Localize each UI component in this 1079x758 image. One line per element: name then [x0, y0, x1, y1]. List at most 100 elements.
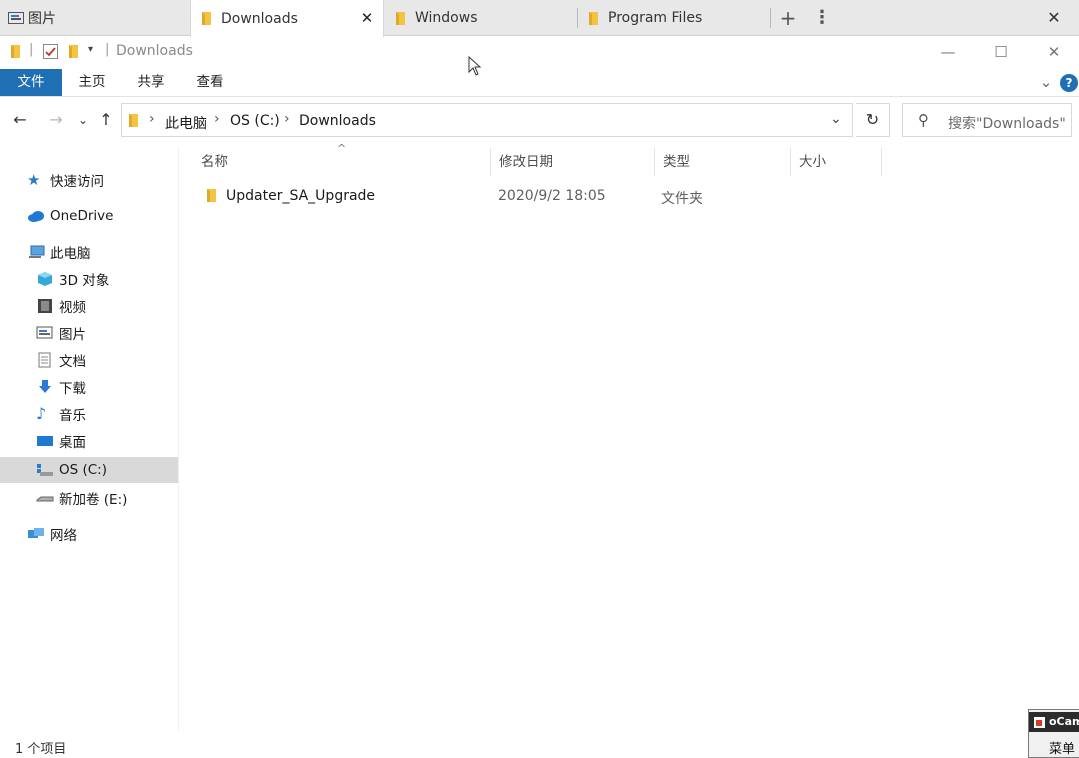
nav-label: 文档 — [59, 354, 86, 370]
pane-divider[interactable] — [178, 147, 179, 730]
nav-desktop[interactable]: 桌面 — [36, 428, 86, 454]
nav-label: OS (C:) — [59, 462, 107, 478]
expand-ribbon-icon[interactable]: ⌄ — [1037, 69, 1055, 96]
picture-icon — [36, 325, 54, 341]
video-icon — [36, 298, 54, 314]
breadcrumb-downloads[interactable]: Downloads — [299, 113, 376, 129]
desktop-icon — [36, 433, 54, 449]
minimize-button[interactable]: — — [925, 38, 971, 66]
quick-access-divider: | — [105, 42, 110, 57]
ribbon-tab-file[interactable]: 文件 — [0, 69, 62, 96]
back-arrow-icon[interactable]: ← — [10, 110, 30, 130]
nav-3d-objects[interactable]: 3D 对象 — [36, 266, 109, 292]
ribbon-tab-view[interactable]: 查看 — [188, 69, 232, 96]
status-bar: 1 个项目 — [0, 734, 1079, 758]
nav-this-pc[interactable]: 此电脑 — [27, 239, 91, 265]
nav-os-c[interactable]: OS (C:) — [0, 457, 178, 483]
nav-onedrive[interactable]: OneDrive — [27, 203, 113, 229]
ribbon-tab-home[interactable]: 主页 — [70, 69, 114, 96]
more-options-icon[interactable]: ⋮ — [813, 9, 831, 27]
nav-pictures[interactable]: 图片 — [36, 320, 86, 346]
nav-music[interactable]: ♪ 音乐 — [36, 401, 86, 427]
tab-label: Program Files — [608, 10, 703, 26]
breadcrumb-os-c[interactable]: OS (C:) — [230, 113, 280, 129]
ocam-logo-icon — [1034, 717, 1045, 728]
star-icon: ★ — [27, 171, 41, 189]
refresh-icon[interactable]: ↻ — [856, 103, 890, 137]
breadcrumb-separator: › — [284, 111, 290, 127]
folder-icon — [204, 188, 218, 207]
tab-label: Windows — [415, 10, 478, 26]
help-icon[interactable]: ? — [1060, 74, 1078, 92]
column-header-type[interactable]: 类型 — [655, 148, 791, 176]
item-count: 1 个项目 — [15, 742, 67, 757]
nav-downloads[interactable]: 下载 — [36, 374, 86, 400]
close-tab-icon[interactable]: ✕ — [358, 9, 376, 27]
tab-program-files[interactable]: Program Files — [578, 0, 770, 36]
ribbon-tabs: 文件 主页 共享 查看 ⌄ ? — [0, 69, 1079, 97]
column-header-date[interactable]: 修改日期 — [491, 148, 655, 176]
nav-label: 新加卷 (E:) — [59, 492, 128, 508]
tab-label: 图片 — [28, 11, 56, 27]
nav-quick-access[interactable]: ★ 快速访问 — [27, 167, 104, 193]
computer-icon — [27, 244, 45, 260]
nav-label: 此电脑 — [50, 246, 91, 262]
nav-network[interactable]: 网络 — [27, 521, 77, 547]
music-icon: ♪ — [36, 404, 47, 423]
cloud-icon — [27, 208, 45, 224]
address-bar[interactable]: › 此电脑 › OS (C:) › Downloads ⌄ — [121, 103, 853, 137]
tab-divider — [770, 8, 771, 28]
search-input[interactable]: ⚲ 搜索"Downloads" — [902, 103, 1072, 137]
file-name: Updater_SA_Upgrade — [226, 188, 376, 204]
nav-videos[interactable]: 视频 — [36, 293, 86, 319]
breadcrumb-this-pc[interactable]: 此电脑 — [165, 113, 207, 133]
address-row: ← → ⌄ ↑ › 此电脑 › OS (C:) › Downloads ⌄ ↻ … — [0, 100, 1079, 142]
close-button[interactable]: ✕ — [1031, 38, 1077, 66]
forward-arrow-icon[interactable]: → — [46, 110, 66, 130]
folder-icon — [393, 11, 407, 26]
recent-locations-icon[interactable]: ⌄ — [73, 110, 93, 130]
nav-label: 图片 — [59, 327, 86, 343]
column-header-size[interactable]: 大小 — [791, 148, 882, 176]
folder-icon — [586, 11, 600, 26]
quick-access-divider: | — [29, 42, 34, 57]
maximize-button[interactable]: ☐ — [978, 38, 1024, 66]
file-row[interactable]: Updater_SA_Upgrade 2020/9/2 18:05 文件夹 — [193, 183, 883, 210]
tab-pictures[interactable]: 图片 — [0, 0, 190, 36]
customize-quick-access-icon[interactable]: ▾ — [88, 44, 93, 55]
nav-label: 音乐 — [59, 408, 86, 424]
close-window-icon[interactable]: ✕ — [1045, 9, 1063, 27]
ocam-title-text: oCam — [1049, 715, 1079, 728]
download-icon — [36, 379, 54, 395]
tab-label: Downloads — [221, 10, 298, 27]
new-tab-icon[interactable]: + — [779, 8, 797, 28]
ocam-widget[interactable]: oCam 菜单 — [1028, 709, 1079, 758]
breadcrumb-separator: › — [149, 111, 155, 127]
search-icon: ⚲ — [918, 111, 929, 129]
nav-new-volume-e[interactable]: 新加卷 (E:) — [36, 485, 127, 511]
column-header-name[interactable]: 名称 — [193, 148, 491, 176]
breadcrumb-separator: › — [214, 111, 220, 127]
ocam-title: oCam — [1029, 712, 1079, 732]
nav-label: 下载 — [59, 381, 86, 397]
nav-label: 网络 — [50, 528, 77, 544]
nav-label: 快速访问 — [50, 174, 104, 190]
nav-label: 视频 — [59, 300, 86, 316]
ribbon-tab-share[interactable]: 共享 — [129, 69, 173, 96]
network-icon — [27, 526, 45, 542]
address-dropdown-icon[interactable]: ⌄ — [830, 111, 842, 127]
properties-icon[interactable] — [43, 44, 58, 59]
tab-windows[interactable]: Windows — [385, 0, 577, 36]
folder-icon — [199, 11, 213, 26]
tab-downloads[interactable]: Downloads — [190, 0, 384, 37]
navigation-pane: ★ 快速访问 OneDrive 此电脑 3D 对象 视频 图片 文档 下载 ♪ … — [0, 147, 178, 730]
up-arrow-icon[interactable]: ↑ — [96, 110, 116, 130]
file-modified: 2020/9/2 18:05 — [498, 188, 606, 204]
picture-icon — [8, 12, 24, 24]
drive-icon — [36, 490, 54, 506]
ocam-menu-button[interactable]: 菜单 — [1049, 738, 1075, 757]
nav-documents[interactable]: 文档 — [36, 347, 86, 373]
new-folder-icon[interactable] — [66, 44, 80, 63]
document-icon — [36, 352, 54, 368]
3d-objects-icon — [36, 271, 54, 287]
